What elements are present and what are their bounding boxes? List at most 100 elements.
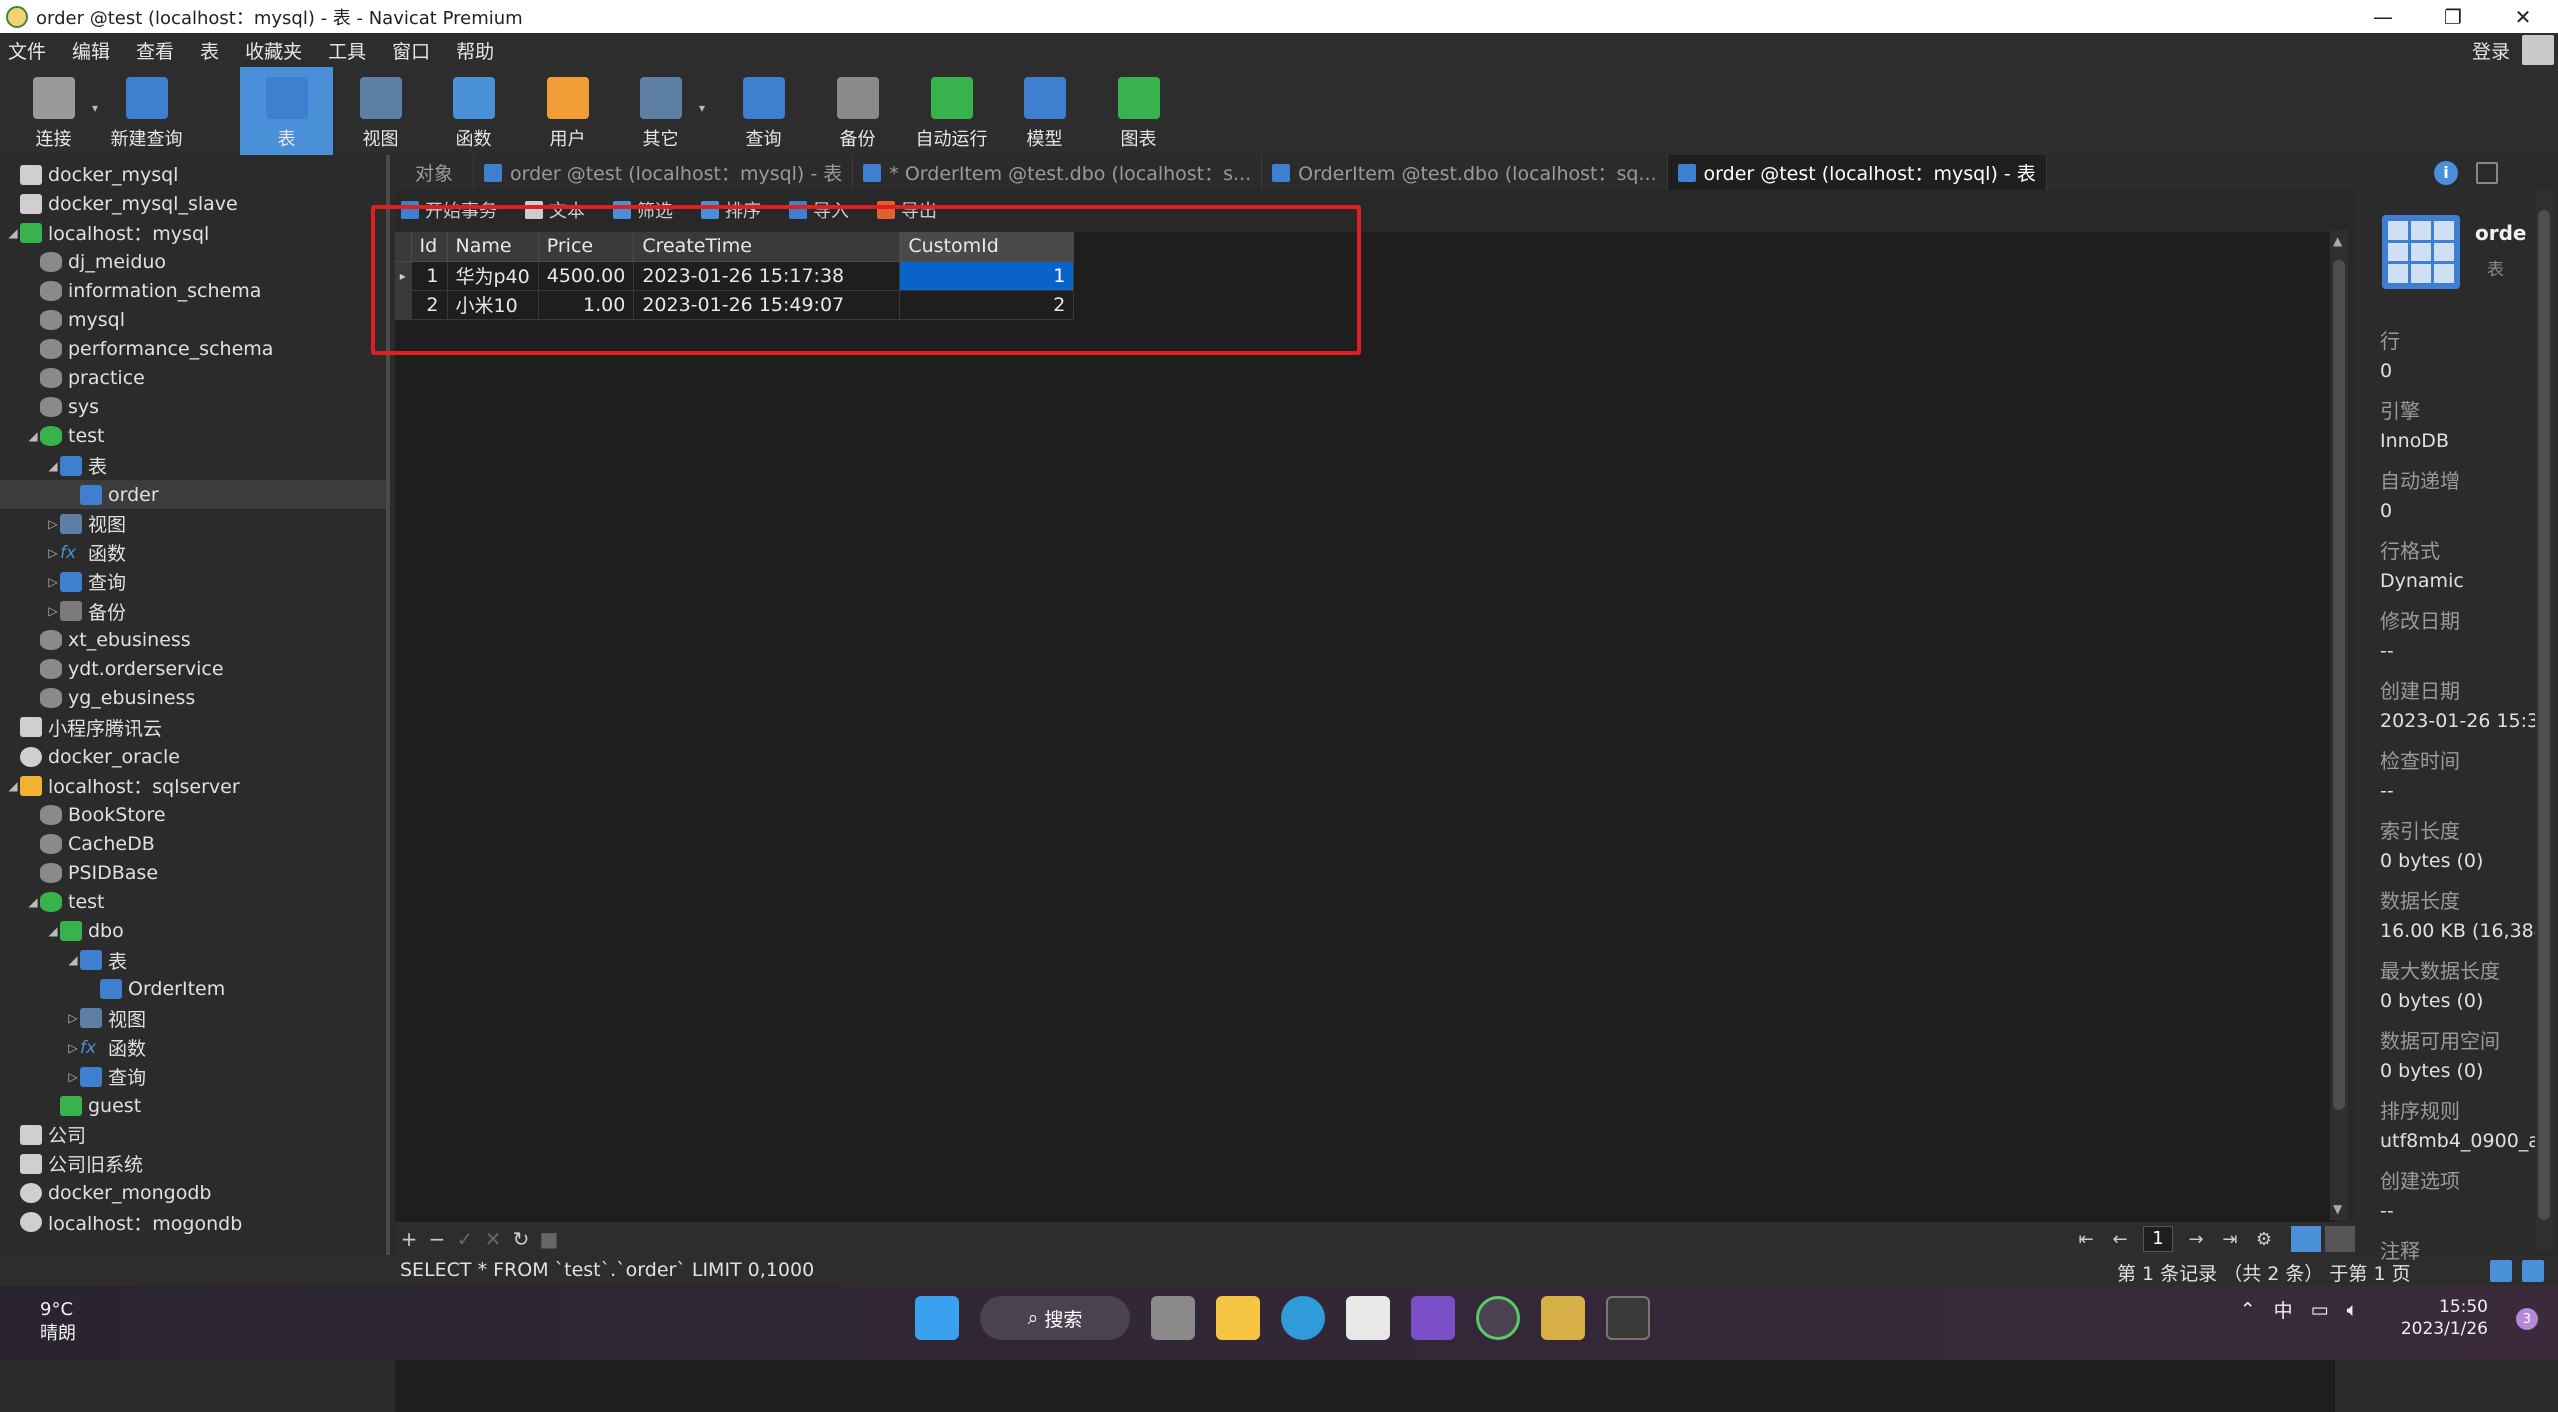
expand-arrow-icon[interactable]: ▷ [66, 1041, 80, 1055]
toolbar-button-tools[interactable]: 其它 ▾ [614, 67, 707, 155]
form-view-icon[interactable] [2325, 1226, 2355, 1252]
tree-item[interactable]: localhost：mogondb [6, 1208, 242, 1237]
tree-item[interactable]: ▷ 查询 [46, 567, 126, 596]
tree-item[interactable]: yg_ebusiness [26, 684, 195, 713]
column-header[interactable]: Price [538, 232, 635, 262]
stop-icon[interactable]: ■ [535, 1227, 563, 1251]
minimize-icon[interactable]: — [2348, 0, 2418, 33]
tree-item[interactable]: ▷ fx 函数 [46, 538, 126, 567]
table-cell[interactable]: 华为p40 [447, 261, 539, 291]
expand-arrow-icon[interactable]: ◢ [66, 953, 80, 967]
row-marker[interactable] [395, 290, 412, 320]
table-row[interactable]: 2 小米10 1.00 2023-01-26 15:49:07 2 [395, 290, 1075, 320]
network-icon[interactable]: ▭ [2311, 1299, 2329, 1321]
column-header[interactable]: Name [447, 232, 539, 262]
toolbar-button-schedule[interactable]: 自动运行 [905, 67, 998, 155]
login-link[interactable]: 登录 [2472, 37, 2510, 64]
toolbar-button-user[interactable]: 用户 [521, 67, 614, 155]
expand-arrow-icon[interactable]: ▷ [46, 546, 60, 560]
panel-toggle-left-icon[interactable] [2490, 1260, 2512, 1282]
tree-item[interactable]: docker_mysql [6, 160, 178, 189]
info-panel-scrollbar[interactable] [2535, 190, 2553, 1250]
tree-item[interactable]: ▷ 视图 [46, 509, 126, 538]
tab-3[interactable]: OrderItem @test.dbo (localhost：sq... [1262, 155, 1668, 190]
grid-view-icon[interactable] [2291, 1226, 2321, 1252]
table-row[interactable]: ▸ 1 华为p40 4500.00 2023-01-26 15:17:38 1 [395, 261, 1075, 291]
tree-item[interactable]: BookStore [26, 800, 166, 829]
tab-0[interactable]: 对象 [395, 155, 475, 190]
toolbar-button-plug[interactable]: 连接 ▾ [7, 67, 100, 155]
menu-item[interactable]: 帮助 [448, 37, 512, 64]
tree-item[interactable]: ◢ 表 [46, 451, 107, 480]
navicat-taskbar-icon[interactable] [1476, 1296, 1520, 1340]
tree-item[interactable]: guest [46, 1091, 141, 1120]
dropdown-arrow-icon[interactable]: ▾ [92, 101, 98, 115]
tree-item[interactable]: dj_meiduo [26, 247, 166, 276]
tab-4[interactable]: order @test (localhost：mysql) - 表 [1667, 155, 2047, 190]
volume-icon[interactable]: 🔈︎ [2347, 1299, 2358, 1321]
notification-badge[interactable]: 3 [2516, 1308, 2538, 1330]
paint-tool-icon[interactable] [1541, 1296, 1585, 1340]
table-cell[interactable]: 2023-01-26 15:49:07 [633, 290, 901, 320]
menu-item[interactable]: 查看 [128, 37, 192, 64]
expand-arrow-icon[interactable]: ▷ [66, 1070, 80, 1084]
tree-item[interactable]: information_schema [26, 276, 261, 305]
expand-arrow-icon[interactable]: ◢ [6, 226, 20, 240]
delete-record-icon[interactable]: − [423, 1227, 451, 1251]
add-record-icon[interactable]: + [395, 1227, 423, 1251]
object-toolbar-button[interactable]: 排序 [701, 197, 761, 223]
ime-indicator[interactable]: 中 [2274, 1296, 2293, 1323]
tree-item[interactable]: performance_schema [26, 335, 273, 364]
tree-item[interactable]: ◢ localhost：mysql [6, 218, 209, 247]
menu-item[interactable]: 窗口 [384, 37, 448, 64]
table-cell[interactable]: 1 [411, 261, 448, 291]
table-cell[interactable]: 2 [411, 290, 448, 320]
close-icon[interactable]: ✕ [2488, 0, 2558, 33]
visual-studio-icon[interactable] [1411, 1296, 1455, 1340]
expand-arrow-icon[interactable]: ◢ [6, 779, 20, 793]
table-cell[interactable]: 小米10 [447, 290, 539, 320]
column-header[interactable]: CreateTime [633, 232, 901, 262]
table-cell[interactable]: 1 [899, 261, 1075, 291]
microsoft-store-icon[interactable] [1346, 1296, 1390, 1340]
expand-arrow-icon[interactable]: ◢ [26, 895, 40, 909]
tree-item[interactable]: 小程序腾讯云 [6, 713, 162, 742]
expand-arrow-icon[interactable]: ▷ [66, 1011, 80, 1025]
task-view-icon[interactable] [1151, 1296, 1195, 1340]
expand-arrow-icon[interactable]: ◢ [46, 459, 60, 473]
tree-item[interactable]: ◢ localhost：sqlserver [6, 771, 240, 800]
tree-item[interactable]: ▷ 查询 [66, 1062, 146, 1091]
tab-2[interactable]: * OrderItem @test.dbo (localhost：s... [853, 155, 1263, 190]
toolbar-button-backup[interactable]: 备份 [811, 67, 904, 155]
tree-item[interactable]: ▷ 视图 [66, 1004, 146, 1033]
expand-arrow-icon[interactable]: ◢ [46, 924, 60, 938]
apply-changes-icon[interactable]: ✓ [451, 1227, 479, 1251]
tree-item[interactable]: ◢ test [26, 888, 104, 917]
expand-arrow-icon[interactable]: ▷ [46, 517, 60, 531]
menu-item[interactable]: 收藏夹 [237, 37, 320, 64]
file-explorer-icon[interactable] [1216, 1296, 1260, 1340]
tree-item[interactable]: 公司旧系统 [6, 1149, 143, 1178]
object-toolbar-button[interactable]: 筛选 [613, 197, 673, 223]
windows-start-icon[interactable] [915, 1296, 959, 1340]
scrollbar-thumb[interactable] [2333, 260, 2345, 1110]
tree-item[interactable]: ◢ dbo [46, 917, 123, 946]
column-header[interactable]: Id [411, 232, 448, 262]
dropdown-arrow-icon[interactable]: ▾ [699, 101, 705, 115]
tree-item[interactable]: xt_ebusiness [26, 626, 191, 655]
tree-item[interactable]: docker_oracle [6, 742, 180, 771]
tree-item[interactable]: OrderItem [86, 975, 225, 1004]
user-avatar-icon[interactable] [2522, 35, 2554, 65]
page-number-input[interactable]: 1 [2143, 1226, 2173, 1252]
tree-item[interactable]: sys [26, 393, 99, 422]
prev-page-icon[interactable]: ← [2103, 1229, 2137, 1250]
object-toolbar-button[interactable]: 导入 [789, 197, 849, 223]
info-icon[interactable]: i [2434, 160, 2458, 185]
object-toolbar-button[interactable]: 开始事务 [401, 197, 497, 223]
object-toolbar-button[interactable]: 文本 [525, 197, 585, 223]
menu-item[interactable]: 文件 [0, 37, 64, 64]
next-page-icon[interactable]: → [2179, 1229, 2213, 1250]
menu-item[interactable]: 工具 [320, 37, 384, 64]
expand-arrow-icon[interactable]: ▷ [46, 604, 60, 618]
toolbar-button-view[interactable]: 视图 [334, 67, 427, 155]
